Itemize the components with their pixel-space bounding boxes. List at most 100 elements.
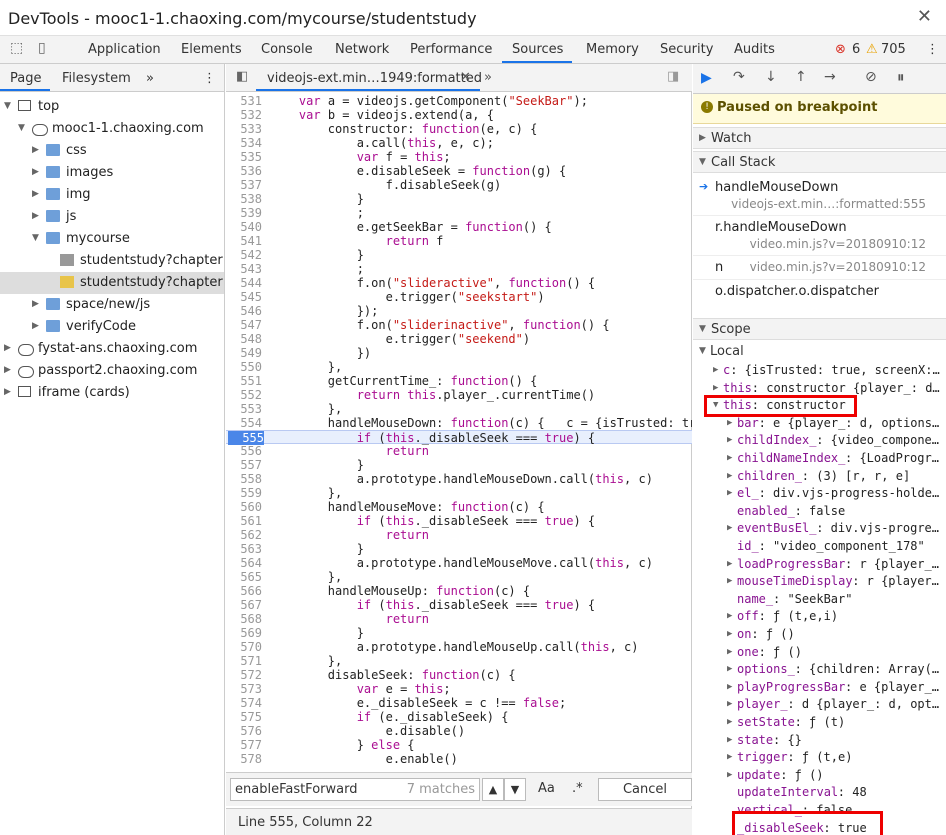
chevron-right-icon[interactable]: ▶ bbox=[713, 365, 718, 375]
tree-item[interactable]: ▶ js bbox=[0, 206, 224, 228]
code-line[interactable]: 531 var a = videojs.getComponent("SeekBa… bbox=[226, 94, 692, 108]
chevron-down-icon[interactable]: ▼ bbox=[504, 778, 526, 801]
scope-variable[interactable]: ▶ player_: d {player_: d, opt… bbox=[693, 696, 946, 713]
tab-security[interactable]: Security bbox=[660, 42, 713, 57]
line-number[interactable]: 544 bbox=[226, 276, 262, 290]
chevron-up-icon[interactable]: ▲ bbox=[482, 778, 504, 801]
toggle-debugger-icon[interactable]: ◨ bbox=[667, 69, 679, 84]
step-icon[interactable]: → bbox=[824, 69, 836, 85]
chevron-right-icon[interactable]: ▶ bbox=[32, 189, 39, 199]
chevron-right-icon[interactable]: ▶ bbox=[727, 717, 732, 727]
chevron-right-icon[interactable]: ▶ bbox=[727, 611, 732, 621]
line-number[interactable]: 566 bbox=[226, 584, 262, 598]
line-number[interactable]: 549 bbox=[226, 346, 262, 360]
pause-on-exceptions-icon[interactable]: ⏸ bbox=[897, 68, 905, 86]
scope-variable[interactable]: ▶ update: ƒ () bbox=[693, 767, 946, 784]
code-line[interactable]: 544 f.on("slideractive", function() { bbox=[226, 276, 692, 290]
line-number[interactable]: 576 bbox=[226, 724, 262, 738]
more-menu-icon[interactable]: ⋮ bbox=[926, 42, 939, 57]
code-view[interactable]: 531 var a = videojs.getComponent("SeekBa… bbox=[226, 94, 692, 766]
watch-section[interactable]: ▶ Watch bbox=[693, 127, 946, 149]
code-line[interactable]: 557 } bbox=[226, 458, 692, 472]
line-number[interactable]: 553 bbox=[226, 402, 262, 416]
chevron-right-icon[interactable]: ▶ bbox=[713, 383, 718, 393]
line-number[interactable]: 547 bbox=[226, 318, 262, 332]
scope-variable[interactable]: ▶ childIndex_: {video_compone… bbox=[693, 432, 946, 449]
tab-filesystem[interactable]: Filesystem bbox=[62, 71, 131, 86]
line-number[interactable]: 538 bbox=[226, 192, 262, 206]
warning-icon[interactable]: ⚠ bbox=[866, 42, 878, 57]
search-input-box[interactable]: enableFastForward 7 matches bbox=[230, 778, 480, 801]
error-icon[interactable]: ⊗ bbox=[835, 42, 846, 57]
tree-item[interactable]: ▶ img bbox=[0, 184, 224, 206]
chevron-right-icon[interactable]: ▶ bbox=[727, 559, 732, 569]
line-number[interactable]: 555 bbox=[228, 431, 264, 445]
line-number[interactable]: 540 bbox=[226, 220, 262, 234]
line-number[interactable]: 545 bbox=[226, 290, 262, 304]
scope-variable[interactable]: ▶ playProgressBar: e {player_… bbox=[693, 679, 946, 696]
chevron-down-icon[interactable]: ▼ bbox=[18, 123, 25, 133]
scope-variable[interactable]: id_: "video_component_178" bbox=[693, 538, 946, 555]
tree-item[interactable]: ▼ mycourse bbox=[0, 228, 224, 250]
tree-item[interactable]: ▶ images bbox=[0, 162, 224, 184]
tab-elements[interactable]: Elements bbox=[181, 42, 242, 57]
line-number[interactable]: 565 bbox=[226, 570, 262, 584]
scope-variable[interactable]: ▶ options_: {children: Array(… bbox=[693, 661, 946, 678]
code-line[interactable]: 565 }, bbox=[226, 570, 692, 584]
code-line[interactable]: 545 e.trigger("seekstart") bbox=[226, 290, 692, 304]
tab-performance[interactable]: Performance bbox=[410, 42, 492, 57]
line-number[interactable]: 567 bbox=[226, 598, 262, 612]
code-line[interactable]: 571 }, bbox=[226, 654, 692, 668]
local-scope-header[interactable]: ▼ Local bbox=[693, 343, 946, 361]
chevron-right-icon[interactable]: ▶ bbox=[727, 770, 732, 780]
line-number[interactable]: 561 bbox=[226, 514, 262, 528]
tree-item[interactable]: ▼ mooc1-1.chaoxing.com bbox=[0, 118, 224, 140]
code-line[interactable]: 543 ; bbox=[226, 262, 692, 276]
line-number[interactable]: 578 bbox=[226, 752, 262, 766]
code-line[interactable]: 572 disableSeek: function(c) { bbox=[226, 668, 692, 682]
line-number[interactable]: 560 bbox=[226, 500, 262, 514]
line-number[interactable]: 557 bbox=[226, 458, 262, 472]
chevron-right-icon[interactable]: ▶ bbox=[727, 629, 732, 639]
scope-variable[interactable]: ▶ childNameIndex_: {LoadProgr… bbox=[693, 450, 946, 467]
chevron-right-icon[interactable]: ▶ bbox=[727, 752, 732, 762]
line-number[interactable]: 535 bbox=[226, 150, 262, 164]
code-line[interactable]: 570 a.prototype.handleMouseUp.call(this,… bbox=[226, 640, 692, 654]
chevron-right-icon[interactable]: ▶ bbox=[727, 418, 732, 428]
cancel-button[interactable]: Cancel bbox=[598, 778, 692, 801]
navigator-menu-icon[interactable]: ⋮ bbox=[203, 71, 216, 86]
scope-variable[interactable]: ▶ eventBusEl_: div.vjs-progre… bbox=[693, 520, 946, 537]
scope-variable[interactable]: ▶ setState: ƒ (t) bbox=[693, 714, 946, 731]
code-line[interactable]: 540 e.getSeekBar = function() { bbox=[226, 220, 692, 234]
inspect-icon[interactable]: ⬚ bbox=[10, 40, 23, 56]
search-input[interactable]: enableFastForward bbox=[235, 782, 357, 797]
line-number[interactable]: 534 bbox=[226, 136, 262, 150]
code-line[interactable]: 539 ; bbox=[226, 206, 692, 220]
code-line[interactable]: 578 e.enable() bbox=[226, 752, 692, 766]
tab-memory[interactable]: Memory bbox=[586, 42, 639, 57]
code-line[interactable]: 552 return this.player_.currentTime() bbox=[226, 388, 692, 402]
code-line[interactable]: 562 return bbox=[226, 528, 692, 542]
code-line[interactable]: 533 constructor: function(e, c) { bbox=[226, 122, 692, 136]
code-line[interactable]: 567 if (this._disableSeek === true) { bbox=[226, 598, 692, 612]
chevron-right-icon[interactable]: ▶ bbox=[4, 365, 11, 375]
step-out-icon[interactable]: ↑ bbox=[795, 69, 807, 85]
scope-variable[interactable]: ▶ mouseTimeDisplay: r {player… bbox=[693, 573, 946, 590]
chevron-right-icon[interactable]: ▶ bbox=[727, 699, 732, 709]
line-number[interactable]: 563 bbox=[226, 542, 262, 556]
chevron-down-icon[interactable]: ▼ bbox=[32, 233, 39, 243]
chevron-right-icon[interactable]: ▶ bbox=[32, 299, 39, 309]
code-line[interactable]: 536 e.disableSeek = function(g) { bbox=[226, 164, 692, 178]
more-files-icon[interactable]: » bbox=[484, 70, 492, 85]
match-case-button[interactable]: Aa bbox=[538, 781, 555, 796]
code-line[interactable]: 555 if (this._disableSeek === true) { bbox=[226, 430, 692, 445]
line-number[interactable]: 574 bbox=[226, 696, 262, 710]
editor-file-tab[interactable]: videojs-ext.min…1949:formatted bbox=[267, 71, 482, 86]
call-frame[interactable]: ➔ handleMouseDown videojs-ext.min…:formatt… bbox=[693, 176, 946, 216]
tab-audits[interactable]: Audits bbox=[734, 42, 775, 57]
code-line[interactable]: 561 if (this._disableSeek === true) { bbox=[226, 514, 692, 528]
close-icon[interactable]: ✕ bbox=[917, 6, 932, 27]
code-line[interactable]: 537 f.disableSeek(g) bbox=[226, 178, 692, 192]
line-number[interactable]: 551 bbox=[226, 374, 262, 388]
scope-variable[interactable]: updateInterval: 48 bbox=[693, 784, 946, 801]
